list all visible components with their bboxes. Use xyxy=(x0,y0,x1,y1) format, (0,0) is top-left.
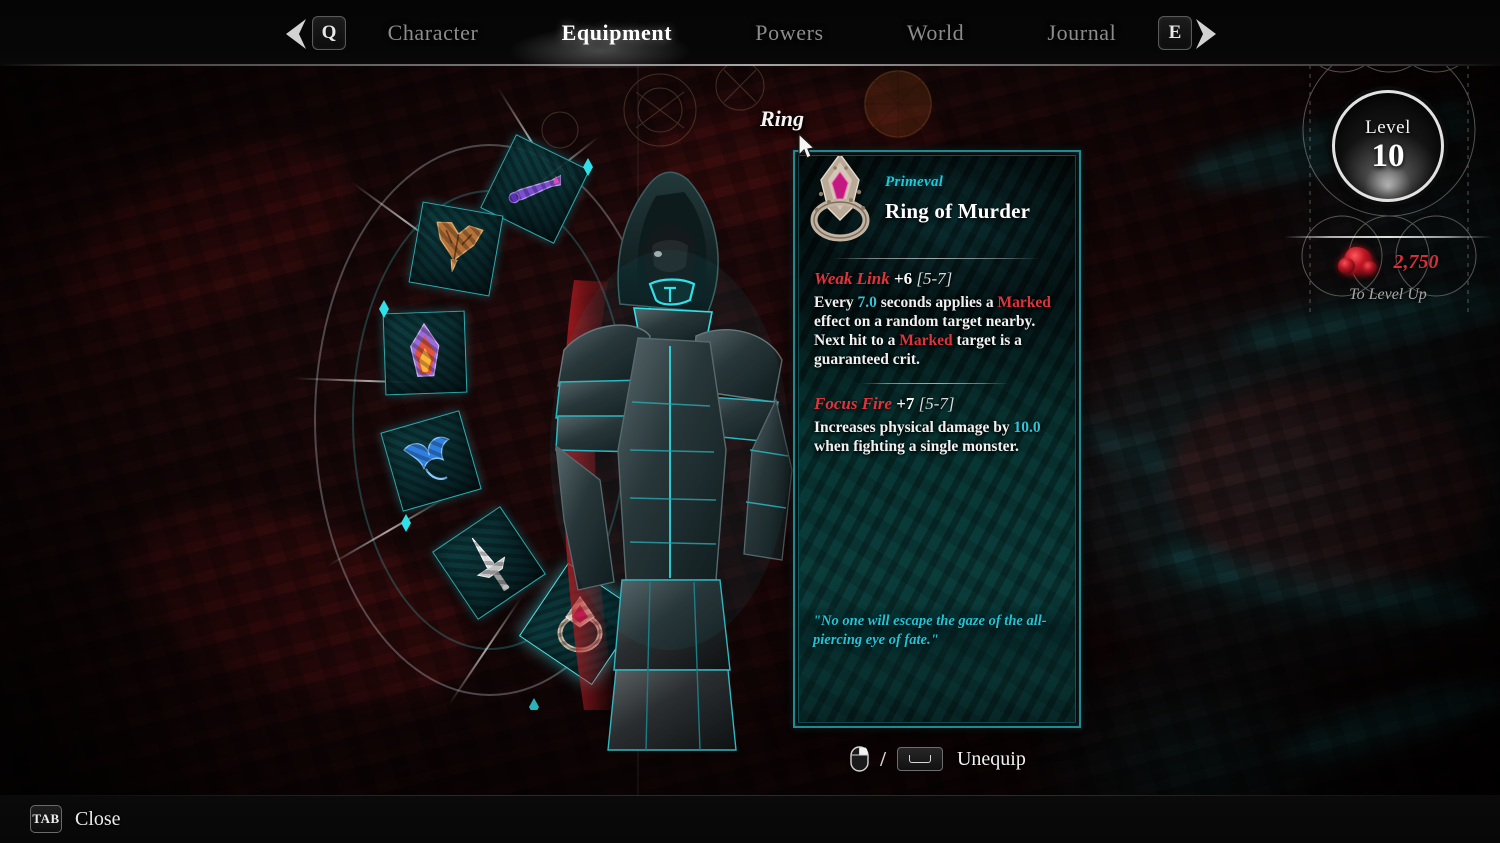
fire-crystal-icon xyxy=(384,312,467,395)
affix-range: [5-7] xyxy=(918,393,955,413)
slot-ring[interactable] xyxy=(518,562,642,686)
xp-display: 2,750 xyxy=(1276,240,1500,284)
slot-helm[interactable] xyxy=(408,201,504,297)
affix-name: Focus Fire xyxy=(814,393,892,413)
affix-description: Every 7.0 seconds applies a Marked effec… xyxy=(814,294,1051,368)
mouse-right-click-icon xyxy=(850,746,869,772)
tab-character[interactable]: Character xyxy=(382,20,485,46)
level-value: 10 xyxy=(1371,138,1405,174)
top-navigation-bar: Q Character Equipment Powers World Journ… xyxy=(0,0,1500,68)
slot-weapon[interactable] xyxy=(432,506,546,620)
xp-value: 2,750 xyxy=(1393,250,1439,273)
nav-underline xyxy=(0,64,1500,66)
unequip-hint[interactable]: / Unequip xyxy=(793,738,1083,780)
tooltip-header: Primeval Ring of Murder xyxy=(799,156,1075,252)
background-art xyxy=(0,0,1500,843)
close-label: Close xyxy=(75,807,121,830)
affix-description: Increases physical damage by 10.0 when f… xyxy=(814,418,1041,455)
silver-sword-icon xyxy=(433,507,544,618)
tab-equipment[interactable]: Equipment xyxy=(556,20,679,46)
ornate-ring-icon xyxy=(537,581,623,667)
slot-chest[interactable] xyxy=(382,310,468,396)
tab-key-icon: TAB xyxy=(30,805,62,833)
spacebar-key-icon xyxy=(896,747,943,771)
red-ore-icon xyxy=(1337,242,1380,282)
flavor-text: "No one will escape the gaze of the all-… xyxy=(813,613,1047,649)
tab-journal[interactable]: Journal xyxy=(1041,20,1122,46)
affix-range: [5-7] xyxy=(916,269,953,288)
blue-claw-icon xyxy=(382,412,481,511)
level-indicator: Level 10 xyxy=(1332,90,1444,202)
affix-value: +7 xyxy=(896,393,915,413)
hint-separator: / xyxy=(880,746,886,771)
affix-value: +6 xyxy=(893,269,913,288)
prev-tab-arrow[interactable] xyxy=(282,13,312,53)
item-tooltip: Primeval Ring of Murder Weak Link +6 [5-… xyxy=(793,150,1081,728)
tab-list: Character Equipment Powers World Journal xyxy=(346,0,1158,66)
bottom-hint-bar: TAB Close xyxy=(0,795,1500,843)
slot-label: Ring xyxy=(760,106,805,131)
affix-name: Weak Link xyxy=(814,269,890,288)
affix-weak-link: Weak Link +6 [5-7] Every 7.0 seconds app… xyxy=(799,259,1075,370)
level-label: Level xyxy=(1365,117,1411,138)
next-tab-arrow[interactable] xyxy=(1192,13,1222,53)
hud-divider-bottom xyxy=(1284,236,1492,238)
bronze-crest-icon xyxy=(410,203,503,296)
tab-powers[interactable]: Powers xyxy=(749,20,829,46)
close-hint[interactable]: TAB Close xyxy=(30,805,121,833)
ornate-ring-icon xyxy=(810,156,870,242)
unequip-label: Unequip xyxy=(956,747,1026,770)
chevron-right-icon xyxy=(1196,19,1216,49)
flavor-text-box: "No one will escape the gaze of the all-… xyxy=(799,604,1075,722)
next-tab-key[interactable]: E xyxy=(1158,16,1192,50)
bottom-bar-divider xyxy=(0,795,1500,796)
item-name: Ring of Murder xyxy=(885,199,1031,223)
slot-gloves[interactable] xyxy=(380,410,482,512)
tab-world[interactable]: World xyxy=(901,20,970,46)
affix-focus-fire: Focus Fire +7 [5-7] Increases physical d… xyxy=(799,384,1075,457)
mouse-pointer-icon xyxy=(798,133,816,159)
item-rarity: Primeval xyxy=(885,174,944,190)
xp-caption: To Level Up xyxy=(1349,286,1427,303)
prev-tab-key[interactable]: Q xyxy=(312,16,346,50)
equipment-wheel xyxy=(294,87,680,710)
chevron-left-icon xyxy=(286,19,306,49)
